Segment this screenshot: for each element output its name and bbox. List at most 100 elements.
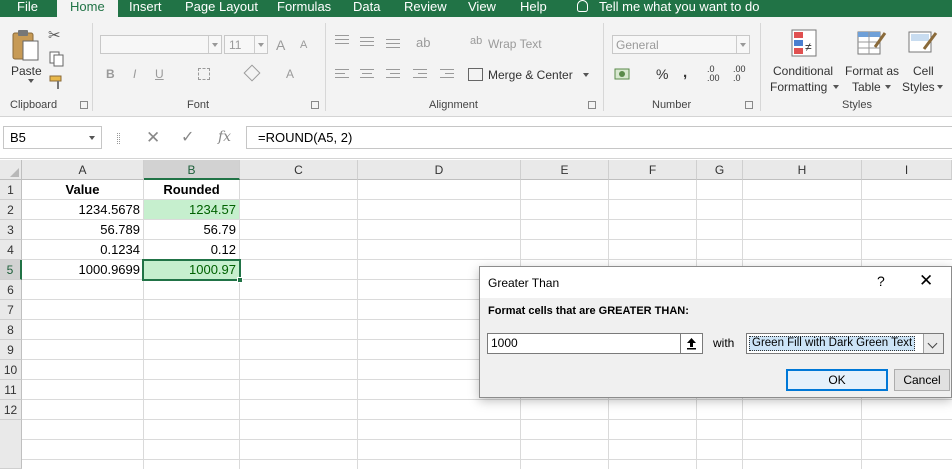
orientation-icon[interactable]: ab bbox=[416, 35, 430, 50]
name-box[interactable]: B5 bbox=[3, 126, 102, 149]
font-name-box[interactable] bbox=[100, 35, 222, 54]
row-header-10[interactable]: 10 bbox=[0, 360, 22, 380]
row-header-12[interactable]: 12 bbox=[0, 400, 22, 420]
merge-center-button[interactable]: Merge & Center bbox=[488, 68, 573, 82]
column-header-b[interactable]: B bbox=[144, 160, 240, 180]
row-header-9[interactable]: 9 bbox=[0, 340, 22, 360]
format-as-table-icon[interactable] bbox=[857, 29, 887, 64]
row-header-11[interactable]: 11 bbox=[0, 380, 22, 400]
tab-help[interactable]: Help bbox=[520, 0, 547, 17]
tab-home[interactable]: Home bbox=[57, 0, 118, 18]
tab-data[interactable]: Data bbox=[353, 0, 380, 17]
threshold-input[interactable]: 1000 bbox=[487, 333, 703, 354]
cut-icon[interactable]: ✂ bbox=[48, 26, 61, 44]
tab-formulas[interactable]: Formulas bbox=[277, 0, 331, 17]
cell-styles-dropdown-icon[interactable] bbox=[937, 85, 943, 89]
column-header-i[interactable]: I bbox=[862, 160, 952, 180]
paste-label[interactable]: Paste bbox=[11, 64, 42, 78]
cell-styles-label[interactable]: Cell bbox=[913, 64, 934, 78]
select-all-button[interactable] bbox=[0, 160, 22, 180]
font-launcher-icon[interactable] bbox=[311, 101, 319, 109]
cell-a5[interactable]: 1000.9699 bbox=[22, 260, 143, 280]
cell-a4[interactable]: 0.1234 bbox=[22, 240, 143, 260]
cell-b1[interactable]: Rounded bbox=[144, 180, 239, 200]
cell-styles-label-2[interactable]: Styles bbox=[902, 80, 935, 94]
cell-b4[interactable]: 0.12 bbox=[144, 240, 239, 260]
shrink-font-icon[interactable]: A bbox=[300, 39, 307, 51]
underline-button[interactable]: U bbox=[155, 67, 164, 81]
comma-button[interactable]: , bbox=[683, 64, 687, 81]
tab-view[interactable]: View bbox=[468, 0, 496, 17]
tab-file[interactable]: File bbox=[17, 0, 38, 17]
row-header-1[interactable]: 1 bbox=[0, 180, 22, 200]
cell-styles-icon[interactable] bbox=[908, 29, 938, 64]
paste-dropdown-icon[interactable] bbox=[28, 79, 34, 83]
collapse-dialog-button[interactable] bbox=[680, 333, 703, 354]
cell-a2[interactable]: 1234.5678 bbox=[22, 200, 143, 220]
row-header-6[interactable]: 6 bbox=[0, 280, 22, 300]
column-header-g[interactable]: G bbox=[697, 160, 743, 180]
accounting-format-icon[interactable] bbox=[614, 67, 636, 88]
row-header-7[interactable]: 7 bbox=[0, 300, 22, 320]
font-size-box[interactable]: 11 bbox=[224, 35, 268, 54]
ok-button[interactable]: OK bbox=[786, 369, 888, 391]
column-header-f[interactable]: F bbox=[609, 160, 697, 180]
increase-decimal-button[interactable]: .0 .00 bbox=[707, 65, 720, 83]
clipboard-launcher-icon[interactable] bbox=[80, 101, 88, 109]
help-button[interactable]: ? bbox=[877, 273, 885, 289]
cell-a1[interactable]: Value bbox=[22, 180, 143, 200]
format-as-table-label[interactable]: Format as bbox=[845, 64, 899, 78]
paste-icon[interactable] bbox=[11, 29, 41, 68]
italic-button[interactable]: I bbox=[133, 67, 136, 81]
bold-button[interactable]: B bbox=[106, 67, 115, 81]
number-launcher-icon[interactable] bbox=[745, 101, 753, 109]
conditional-formatting-dropdown-icon[interactable] bbox=[833, 85, 839, 89]
conditional-formatting-label[interactable]: Conditional bbox=[773, 64, 833, 78]
fill-color-icon[interactable] bbox=[243, 64, 261, 82]
font-color-icon[interactable]: A bbox=[286, 67, 294, 81]
format-painter-icon[interactable] bbox=[49, 74, 65, 95]
insert-function-icon[interactable]: fx bbox=[218, 126, 231, 149]
format-as-table-dropdown-icon[interactable] bbox=[885, 85, 891, 89]
row-header-4[interactable]: 4 bbox=[0, 240, 22, 260]
row-header-3[interactable]: 3 bbox=[0, 220, 22, 240]
alignment-launcher-icon[interactable] bbox=[588, 101, 596, 109]
wrap-text-icon[interactable]: ab bbox=[470, 35, 482, 47]
merge-dropdown-icon[interactable] bbox=[583, 73, 589, 77]
tell-me-search[interactable]: Tell me what you want to do bbox=[577, 0, 759, 14]
wrap-text-button[interactable]: Wrap Text bbox=[488, 37, 542, 51]
cell-b3[interactable]: 56.79 bbox=[144, 220, 239, 240]
grow-font-icon[interactable]: A bbox=[276, 37, 285, 53]
conditional-formatting-label-2[interactable]: Formatting bbox=[770, 80, 827, 94]
conditional-formatting-icon[interactable]: ≠ bbox=[791, 29, 819, 64]
format-select[interactable]: Green Fill with Dark Green Text bbox=[746, 333, 944, 354]
copy-icon[interactable] bbox=[49, 51, 65, 72]
row-header-8[interactable]: 8 bbox=[0, 320, 22, 340]
fill-handle[interactable] bbox=[237, 277, 243, 283]
formula-input[interactable]: =ROUND(A5, 2) bbox=[246, 126, 952, 149]
borders-icon[interactable] bbox=[198, 68, 210, 80]
number-format-box[interactable]: General bbox=[612, 35, 750, 54]
close-icon[interactable]: ✕ bbox=[919, 271, 933, 291]
column-header-d[interactable]: D bbox=[358, 160, 521, 180]
cancel-entry-icon[interactable]: ✕ bbox=[146, 126, 160, 149]
confirm-entry-icon[interactable]: ✓ bbox=[181, 126, 194, 149]
decrease-decimal-button[interactable]: .00 .0 bbox=[733, 65, 746, 83]
tab-page-layout[interactable]: Page Layout bbox=[185, 0, 258, 17]
column-header-a[interactable]: A bbox=[22, 160, 144, 180]
format-as-table-label-2[interactable]: Table bbox=[852, 80, 881, 94]
row-header-2[interactable]: 2 bbox=[0, 200, 22, 220]
cell-a3[interactable]: 56.789 bbox=[22, 220, 143, 240]
tab-review[interactable]: Review bbox=[404, 0, 447, 17]
column-header-e[interactable]: E bbox=[521, 160, 609, 180]
tab-insert[interactable]: Insert bbox=[129, 0, 162, 17]
percent-button[interactable]: % bbox=[656, 66, 668, 82]
cell-b2[interactable]: 1234.57 bbox=[144, 200, 239, 219]
column-header-c[interactable]: C bbox=[240, 160, 358, 180]
row-header-5[interactable]: 5 bbox=[0, 260, 22, 280]
cancel-button[interactable]: Cancel bbox=[894, 369, 950, 391]
column-header-h[interactable]: H bbox=[743, 160, 862, 180]
merge-center-icon[interactable] bbox=[468, 68, 483, 81]
dialog-title-bar[interactable]: Greater Than ? ✕ bbox=[480, 267, 951, 298]
name-box-dropdown-icon[interactable] bbox=[89, 136, 95, 140]
